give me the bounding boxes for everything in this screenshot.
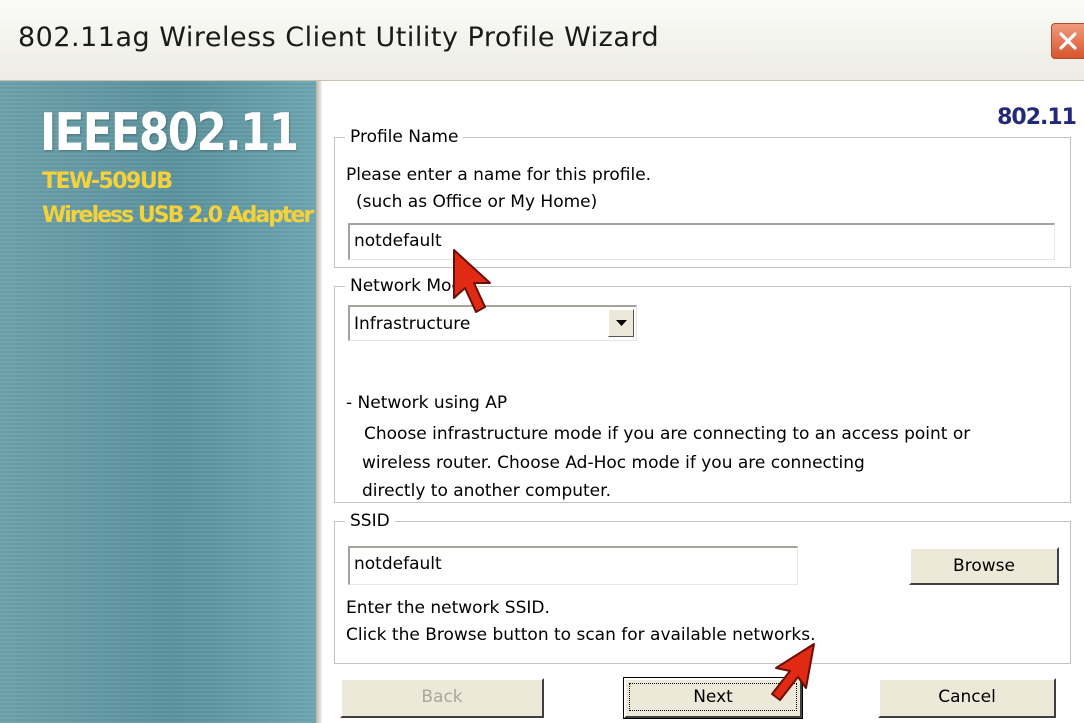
model-name: TEW-509UB xyxy=(42,169,173,194)
wizard-content: 802.11 Profile Name Please enter a name … xyxy=(322,81,1084,723)
profile-name-example: (such as Office or My Home) xyxy=(356,192,598,212)
chevron-down-icon xyxy=(616,320,627,326)
title-bar: 802.11ag Wireless Client Utility Profile… xyxy=(0,0,1084,81)
network-mode-desc-title: - Network using AP xyxy=(346,393,508,413)
network-mode-desc-line1: Choose infrastructure mode if you are co… xyxy=(364,424,971,444)
close-button[interactable] xyxy=(1051,23,1084,59)
window-title: 802.11ag Wireless Client Utility Profile… xyxy=(18,22,660,53)
ssid-input[interactable]: notdefault xyxy=(348,546,798,585)
adapter-name: Wireless USB 2.0 Adapter xyxy=(42,203,314,228)
profile-name-legend: Profile Name xyxy=(350,127,459,147)
back-button-label: Back xyxy=(421,687,463,707)
ieee-logo: IEEE802.11 xyxy=(40,103,299,163)
browse-button-label: Browse xyxy=(953,556,1015,576)
pointer-arrow-icon xyxy=(453,249,491,313)
network-mode-desc-line3: directly to another computer. xyxy=(362,481,611,501)
branding-sidebar: IEEE802.11 TEW-509UB Wireless USB 2.0 Ad… xyxy=(0,81,316,723)
dropdown-button[interactable] xyxy=(608,309,634,337)
ssid-help-1: Enter the network SSID. xyxy=(346,598,550,618)
profile-name-instruction: Please enter a name for this profile. xyxy=(346,165,652,185)
network-mode-desc-line2: wireless router. Choose Ad-Hoc mode if y… xyxy=(362,453,865,473)
close-icon xyxy=(1059,32,1077,50)
cancel-button[interactable]: Cancel xyxy=(878,678,1056,718)
network-mode-value: Infrastructure xyxy=(354,314,471,334)
cancel-button-label: Cancel xyxy=(938,687,996,707)
pointer-arrow-icon xyxy=(771,643,815,701)
ssid-legend: SSID xyxy=(350,511,390,531)
ssid-help-2: Click the Browse button to scan for avai… xyxy=(346,625,816,645)
back-button[interactable]: Back xyxy=(340,678,544,718)
browse-button[interactable]: Browse xyxy=(909,547,1059,585)
